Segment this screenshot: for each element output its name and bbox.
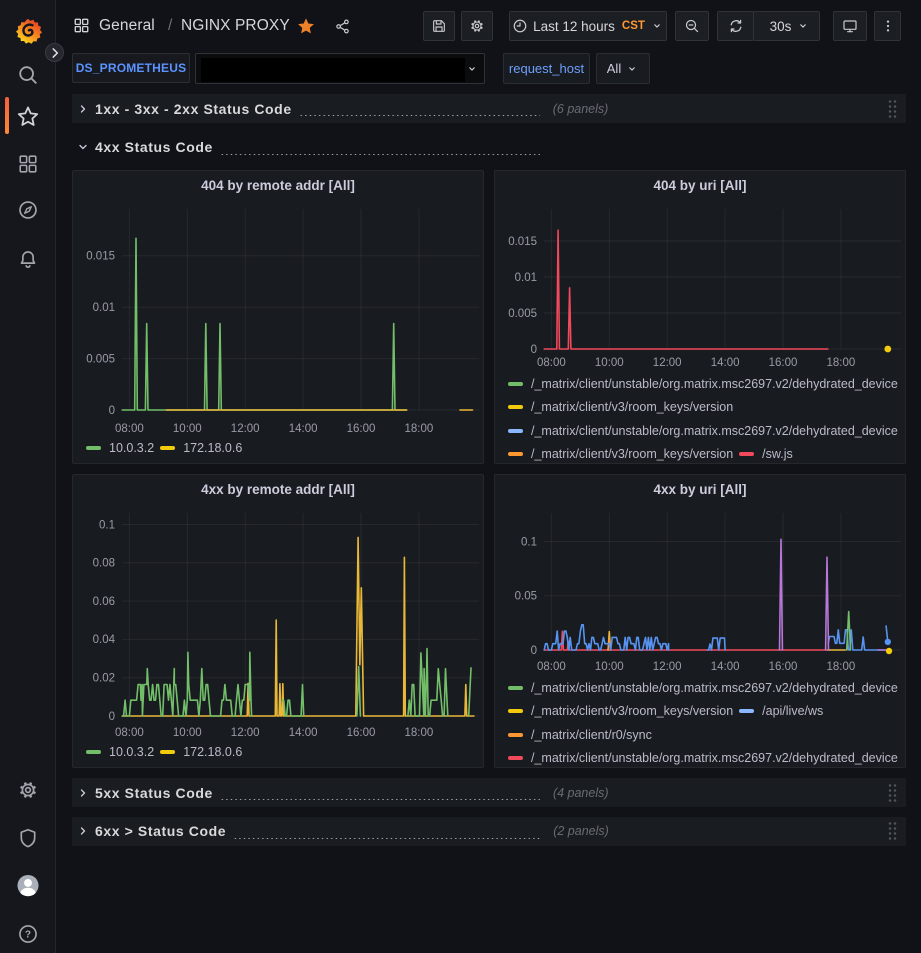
svg-text:16:00: 16:00 <box>769 661 798 673</box>
svg-text:0.01: 0.01 <box>93 302 115 314</box>
svg-text:18:00: 18:00 <box>405 727 434 739</box>
svg-text:12:00: 12:00 <box>231 423 260 435</box>
svg-text:12:00: 12:00 <box>231 727 260 739</box>
svg-text:0.06: 0.06 <box>93 596 115 608</box>
svg-text:10:00: 10:00 <box>173 423 202 435</box>
svg-text:18:00: 18:00 <box>405 423 434 435</box>
svg-text:10:00: 10:00 <box>173 727 202 739</box>
svg-text:0.015: 0.015 <box>508 236 537 248</box>
svg-text:0: 0 <box>531 645 537 657</box>
svg-text:14:00: 14:00 <box>289 727 318 739</box>
svg-text:0.005: 0.005 <box>86 353 115 365</box>
svg-text:14:00: 14:00 <box>289 423 318 435</box>
svg-text:0.04: 0.04 <box>93 634 116 646</box>
svg-text:0.005: 0.005 <box>508 308 537 320</box>
svg-text:0.01: 0.01 <box>515 272 537 284</box>
svg-text:12:00: 12:00 <box>653 661 682 673</box>
svg-text:14:00: 14:00 <box>711 357 740 369</box>
svg-text:08:00: 08:00 <box>115 727 144 739</box>
svg-text:0.1: 0.1 <box>99 519 115 531</box>
svg-text:0.02: 0.02 <box>93 673 115 685</box>
svg-text:18:00: 18:00 <box>827 661 856 673</box>
svg-text:14:00: 14:00 <box>711 661 740 673</box>
svg-text:0.015: 0.015 <box>86 251 115 263</box>
svg-text:0.1: 0.1 <box>521 536 537 548</box>
svg-text:0.05: 0.05 <box>515 591 537 603</box>
svg-text:0: 0 <box>531 344 537 356</box>
svg-text:0: 0 <box>109 405 115 417</box>
svg-text:10:00: 10:00 <box>595 661 624 673</box>
svg-text:16:00: 16:00 <box>347 423 376 435</box>
svg-text:16:00: 16:00 <box>769 357 798 369</box>
svg-text:0.08: 0.08 <box>93 558 115 570</box>
svg-text:12:00: 12:00 <box>653 357 682 369</box>
svg-text:16:00: 16:00 <box>347 727 376 739</box>
svg-text:08:00: 08:00 <box>537 661 566 673</box>
svg-text:?: ? <box>24 930 30 941</box>
svg-text:08:00: 08:00 <box>115 423 144 435</box>
svg-text:0: 0 <box>109 711 115 723</box>
svg-text:18:00: 18:00 <box>827 357 856 369</box>
svg-text:10:00: 10:00 <box>595 357 624 369</box>
svg-text:08:00: 08:00 <box>537 357 566 369</box>
